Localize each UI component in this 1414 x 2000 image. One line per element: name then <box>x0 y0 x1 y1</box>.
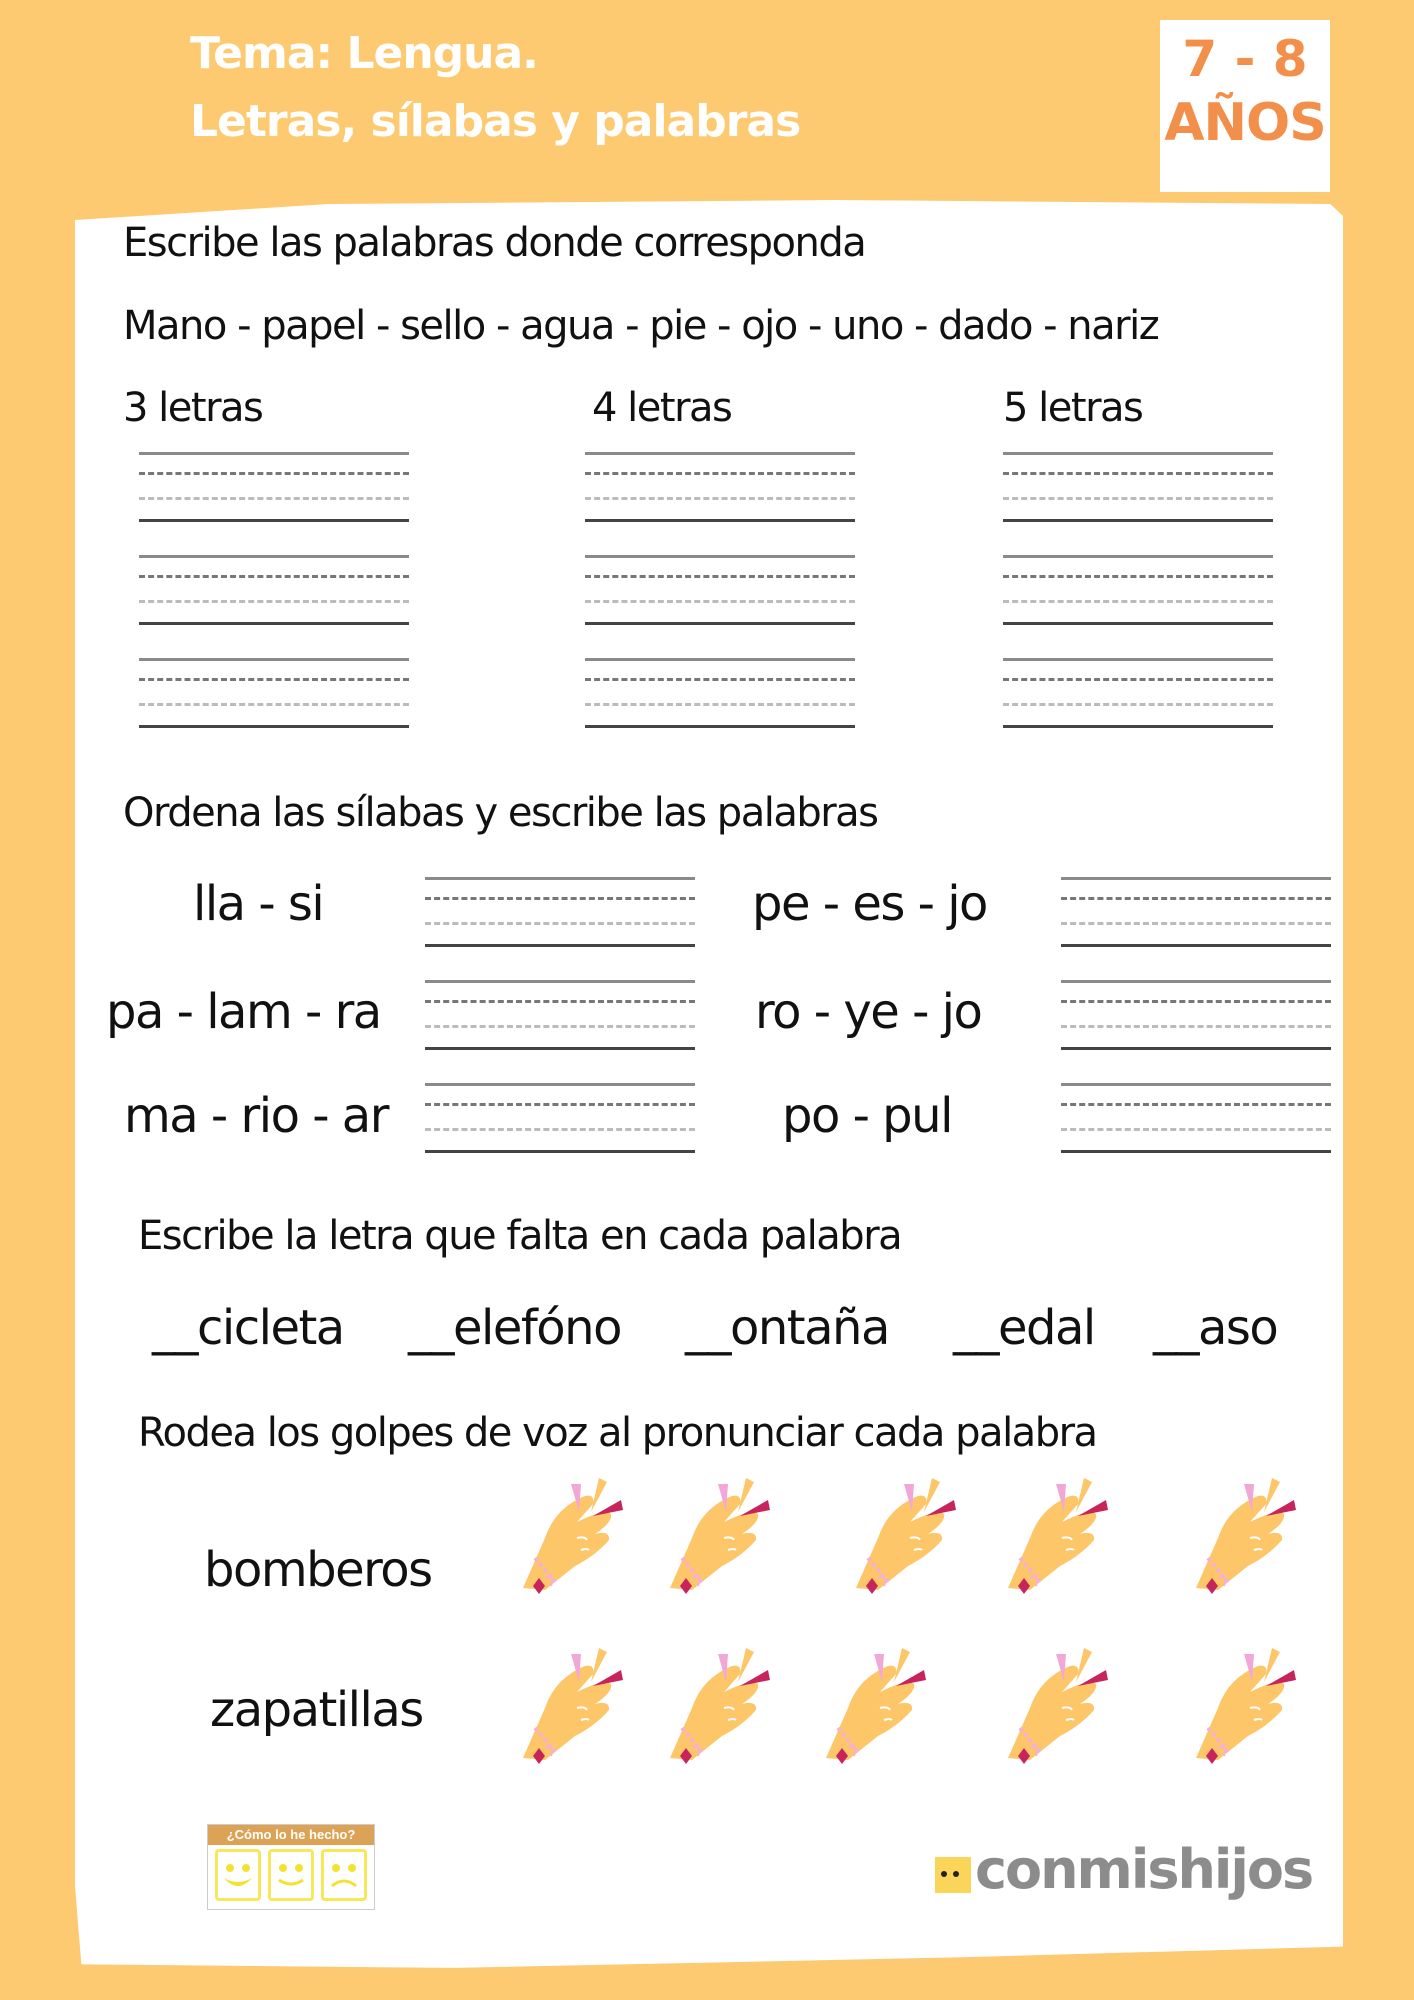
writing-line[interactable] <box>585 452 855 524</box>
happy-face-icon[interactable] <box>214 1849 261 1901</box>
brand-logo: conmishijos <box>935 1838 1314 1901</box>
column-label-3-letters: 3 letras <box>123 385 264 431</box>
writing-line[interactable] <box>425 1083 695 1155</box>
writing-line[interactable] <box>1003 658 1273 730</box>
exercise1-instruction: Escribe las palabras donde corresponda <box>123 220 867 266</box>
word-zapatillas: zapatillas <box>210 1682 424 1738</box>
syllables-item: po - pul <box>782 1088 953 1144</box>
writing-line[interactable] <box>1061 980 1331 1052</box>
writing-line[interactable] <box>139 452 409 524</box>
title-topic: Tema: Lengua. <box>190 28 539 79</box>
writing-line[interactable] <box>139 658 409 730</box>
clapping-hand-icon[interactable] <box>848 1476 958 1598</box>
writing-line[interactable] <box>425 877 695 949</box>
column-label-4-letters: 4 letras <box>592 385 733 431</box>
missing-letter-word[interactable]: __edal <box>953 1300 1096 1356</box>
age-range: 7 - 8 <box>1182 30 1308 88</box>
syllables-item: ro - ye - jo <box>755 984 983 1040</box>
writing-line[interactable] <box>585 658 855 730</box>
missing-letter-word[interactable]: __ontaña <box>685 1300 890 1356</box>
missing-letter-word[interactable]: __cicleta <box>152 1300 345 1356</box>
clapping-hand-icon[interactable] <box>1000 1646 1110 1768</box>
sad-face-icon[interactable] <box>321 1849 368 1901</box>
title-subtopic: Letras, sílabas y palabras <box>190 96 801 147</box>
missing-letter-word[interactable]: __elefóno <box>408 1300 622 1356</box>
writing-lines-5-letters[interactable] <box>1003 452 1273 761</box>
writing-line[interactable] <box>139 555 409 627</box>
clapping-hand-icon[interactable] <box>1000 1476 1110 1598</box>
exercise3-instruction: Escribe la letra que falta en cada palab… <box>138 1213 903 1259</box>
syllables-item: pe - es - jo <box>752 876 988 932</box>
clapping-hand-icon[interactable] <box>1188 1646 1298 1768</box>
self-assessment-title: ¿Cómo lo he hecho? <box>208 1825 374 1845</box>
exercise4-instruction: Rodea los golpes de voz al pronunciar ca… <box>138 1410 1098 1456</box>
exercise2-instruction: Ordena las sílabas y escribe las palabra… <box>123 790 879 836</box>
word-bomberos: bomberos <box>204 1542 433 1598</box>
writing-lines-3-letters[interactable] <box>139 452 409 761</box>
clapping-hand-icon[interactable] <box>515 1646 625 1768</box>
age-unit: AÑOS <box>1164 93 1326 153</box>
column-label-5-letters: 5 letras <box>1003 385 1144 431</box>
writing-line[interactable] <box>1061 1083 1331 1155</box>
writing-lines-right[interactable] <box>1061 877 1331 1186</box>
logo-mark-icon <box>935 1856 971 1893</box>
writing-line[interactable] <box>1003 555 1273 627</box>
brand-name: conmishijos <box>975 1838 1314 1901</box>
writing-line[interactable] <box>1003 452 1273 524</box>
writing-line[interactable] <box>585 555 855 627</box>
syllables-item: ma - rio - ar <box>124 1088 389 1144</box>
clapping-hand-icon[interactable] <box>818 1646 928 1768</box>
neutral-smile-face-icon[interactable] <box>267 1849 314 1901</box>
writing-line[interactable] <box>425 980 695 1052</box>
clapping-hand-icon[interactable] <box>1188 1476 1298 1598</box>
syllables-item: lla - si <box>193 876 325 932</box>
clapping-hand-icon[interactable] <box>515 1476 625 1598</box>
writing-lines-left[interactable] <box>425 877 695 1186</box>
exercise1-word-list: Mano - papel - sello - agua - pie - ojo … <box>123 303 1160 349</box>
missing-letter-word[interactable]: __aso <box>1153 1300 1279 1356</box>
writing-lines-4-letters[interactable] <box>585 452 855 761</box>
clapping-hand-icon[interactable] <box>662 1476 772 1598</box>
self-assessment-box: ¿Cómo lo he hecho? <box>207 1824 375 1910</box>
syllables-item: pa - lam - ra <box>106 984 382 1040</box>
clapping-hand-icon[interactable] <box>662 1646 772 1768</box>
writing-line[interactable] <box>1061 877 1331 949</box>
age-badge: 7 - 8 AÑOS <box>1160 20 1330 192</box>
